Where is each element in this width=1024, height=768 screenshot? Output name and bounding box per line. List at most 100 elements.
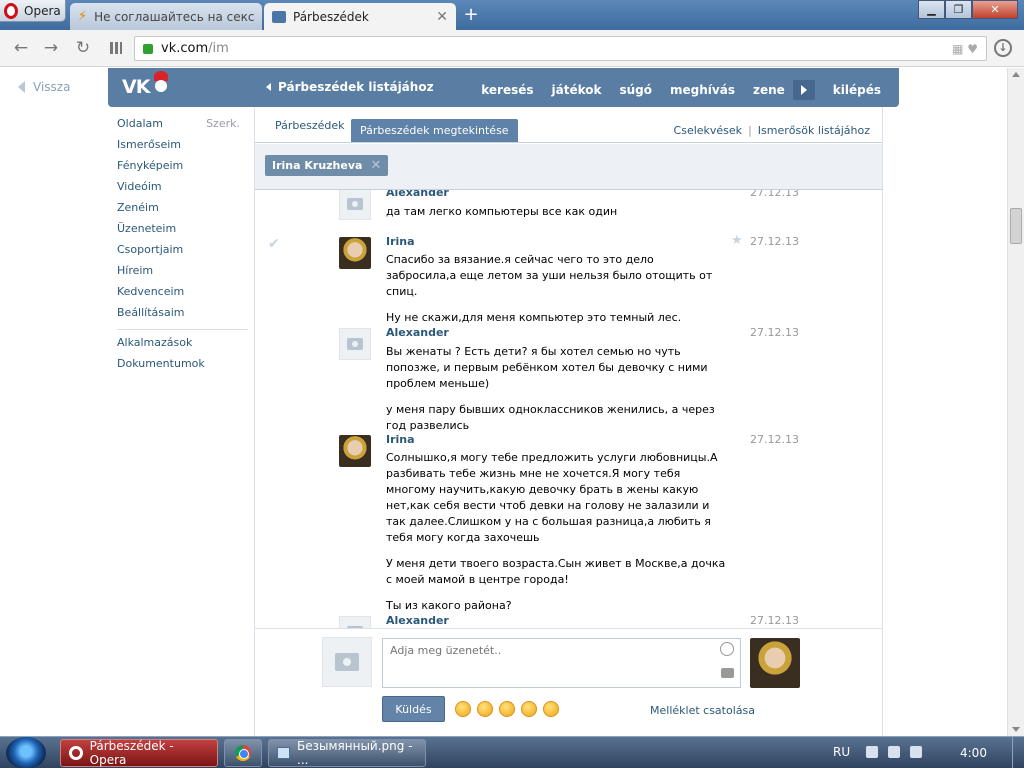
url-path: /im: [208, 41, 229, 56]
url-host: vk.com: [161, 41, 209, 56]
message-sender[interactable]: Alexander: [386, 190, 449, 199]
avatar-placeholder[interactable]: [339, 616, 371, 628]
taskbar-opera[interactable]: Párbeszédek - Opera: [60, 739, 218, 767]
remove-icon[interactable]: ✕: [370, 158, 381, 173]
nav-help[interactable]: súgó: [619, 83, 652, 97]
message-date[interactable]: 27.12.13: [750, 235, 799, 248]
download-icon[interactable]: ↓: [994, 39, 1012, 57]
nav-invite[interactable]: meghívás: [670, 83, 735, 97]
network-icon[interactable]: [888, 746, 900, 758]
message-sender[interactable]: Irina: [386, 235, 415, 248]
new-tab-button[interactable]: +: [462, 6, 480, 24]
actions-link[interactable]: Cselekvések: [674, 124, 743, 137]
maximize-button[interactable]: ❐: [945, 0, 972, 19]
avatar[interactable]: [339, 435, 371, 467]
windows-taskbar: Párbeszédek - Opera Безымянный.png - ...…: [0, 736, 1024, 768]
breadcrumb[interactable]: Párbeszédek listájához: [266, 80, 434, 94]
show-desktop-button[interactable]: [1012, 737, 1024, 768]
nav-search[interactable]: keresés: [481, 83, 533, 97]
minimize-button[interactable]: ▁: [918, 0, 945, 19]
avatar-placeholder[interactable]: [339, 328, 371, 360]
smile-icon[interactable]: [720, 642, 734, 656]
menu-item-favorites[interactable]: Kedvenceim: [117, 285, 248, 306]
message-history[interactable]: Alexander 27.12.13 да там легко компьюте…: [255, 190, 882, 628]
browser-tab-1[interactable]: ⚡ Не соглашайтесь на секс: [70, 3, 262, 30]
browser-tab-2[interactable]: Párbeszédek ✕: [264, 3, 456, 30]
opera-menu-button[interactable]: Opera: [0, 0, 66, 22]
scroll-down-icon[interactable]: [1012, 727, 1020, 732]
taskbar-chrome[interactable]: [224, 739, 262, 767]
message-text: Спасибо за вязание.я сейчас чего то это …: [386, 253, 713, 298]
nav-music[interactable]: zene: [753, 83, 785, 97]
page-scrollbar[interactable]: [1007, 68, 1024, 736]
message-composer: Küldés Melléklet csatolása: [255, 628, 882, 736]
speed-dial-icon[interactable]: [110, 42, 122, 54]
attach-photo-icon[interactable]: [721, 668, 734, 678]
menu-item-friends[interactable]: Ismerőseim: [117, 138, 248, 159]
address-bar[interactable]: vk.com/im ▦ ♥: [134, 36, 987, 61]
menu-item-documents[interactable]: Dokumentumok: [117, 357, 248, 378]
bookmark-heart-icon[interactable]: ▦ ♥: [952, 42, 978, 56]
message-sender[interactable]: Alexander: [386, 326, 449, 339]
menu-item-photos[interactable]: Fényképeim: [117, 159, 248, 180]
menu-item-apps[interactable]: Alkalmazások: [117, 336, 248, 357]
tray-icons: [866, 746, 922, 758]
nav-logout[interactable]: kilépés: [833, 83, 881, 97]
back-arrow-icon[interactable]: ←: [12, 39, 30, 57]
play-icon[interactable]: [792, 80, 815, 100]
message-text: у меня пару бывших одноклассников женили…: [386, 403, 715, 432]
recipient-chip[interactable]: Irina Kruzheva ✕: [265, 155, 389, 176]
send-button[interactable]: Küldés: [382, 696, 445, 722]
tab-dialogs[interactable]: Párbeszédek: [275, 119, 345, 132]
star-icon[interactable]: ★: [731, 233, 743, 248]
avatar[interactable]: [339, 237, 371, 269]
message-input[interactable]: [382, 638, 741, 688]
emoji-grin-icon[interactable]: [521, 701, 537, 717]
close-icon[interactable]: ✕: [436, 9, 448, 25]
vk-logo[interactable]: VK: [122, 76, 150, 98]
emoji-tongue-icon[interactable]: [543, 701, 559, 717]
attach-link[interactable]: Melléklet csatolása: [650, 704, 755, 717]
window-close-button[interactable]: ✕: [972, 0, 1018, 19]
emoji-smile-icon[interactable]: [499, 701, 515, 717]
emoji-wink-icon[interactable]: [455, 701, 471, 717]
menu-item-music[interactable]: Zenéim: [117, 201, 248, 222]
edit-link[interactable]: Szerk.: [206, 117, 240, 131]
emoji-blush-icon[interactable]: [477, 701, 493, 717]
nav-games[interactable]: játékok: [552, 83, 602, 97]
menu-item-settings[interactable]: Beállításaim: [117, 306, 248, 327]
menu-item-news[interactable]: Híreim: [117, 264, 248, 285]
message-sender[interactable]: Irina: [386, 433, 415, 446]
left-menu: Oldalam Szerk. Ismerőseim Fényképeim Vide…: [117, 117, 248, 378]
taskbar-paint[interactable]: Безымянный.png - ...: [268, 739, 426, 767]
tab-title: Не соглашайтесь на секс: [94, 9, 254, 24]
menu-item-groups[interactable]: Csoportjaim: [117, 243, 248, 264]
message-date[interactable]: 27.12.13: [750, 614, 799, 627]
friends-list-link[interactable]: Ismerősök listájához: [758, 124, 870, 137]
scroll-thumb[interactable]: [1010, 208, 1022, 244]
check-icon[interactable]: ✔: [268, 236, 280, 252]
scroll-up-icon[interactable]: [1012, 72, 1020, 77]
reload-icon[interactable]: ↻: [74, 39, 92, 57]
language-indicator[interactable]: RU: [833, 745, 850, 759]
recipient-avatar[interactable]: [750, 638, 800, 688]
message-date[interactable]: 27.12.13: [750, 433, 799, 446]
show-hidden-icon[interactable]: [866, 746, 878, 758]
volume-icon[interactable]: [910, 746, 922, 758]
start-button[interactable]: [6, 737, 46, 768]
message-sender[interactable]: Alexander: [386, 614, 449, 627]
forward-arrow-icon[interactable]: →: [42, 39, 60, 57]
menu-item-videos[interactable]: Videóim: [117, 180, 248, 201]
message-date[interactable]: 27.12.13: [750, 326, 799, 339]
message-text: У меня дети твоего возраста.Сын живет в …: [386, 557, 726, 586]
message-text: да там легко компьютеры все как один: [386, 205, 618, 218]
my-avatar-placeholder[interactable]: [322, 637, 372, 687]
tab-view-dialog[interactable]: Párbeszédek megtekintése: [351, 119, 518, 142]
back-link[interactable]: Vissza: [18, 80, 70, 94]
clock[interactable]: 4:00: [960, 746, 987, 760]
menu-item-my-page[interactable]: Oldalam Szerk.: [117, 117, 248, 138]
menu-item-messages[interactable]: Üzeneteim: [117, 222, 248, 243]
avatar-placeholder[interactable]: [339, 190, 371, 220]
message-date[interactable]: 27.12.13: [750, 190, 799, 199]
vk-header: VK Párbeszédek listájához keresés játéko…: [108, 68, 899, 107]
